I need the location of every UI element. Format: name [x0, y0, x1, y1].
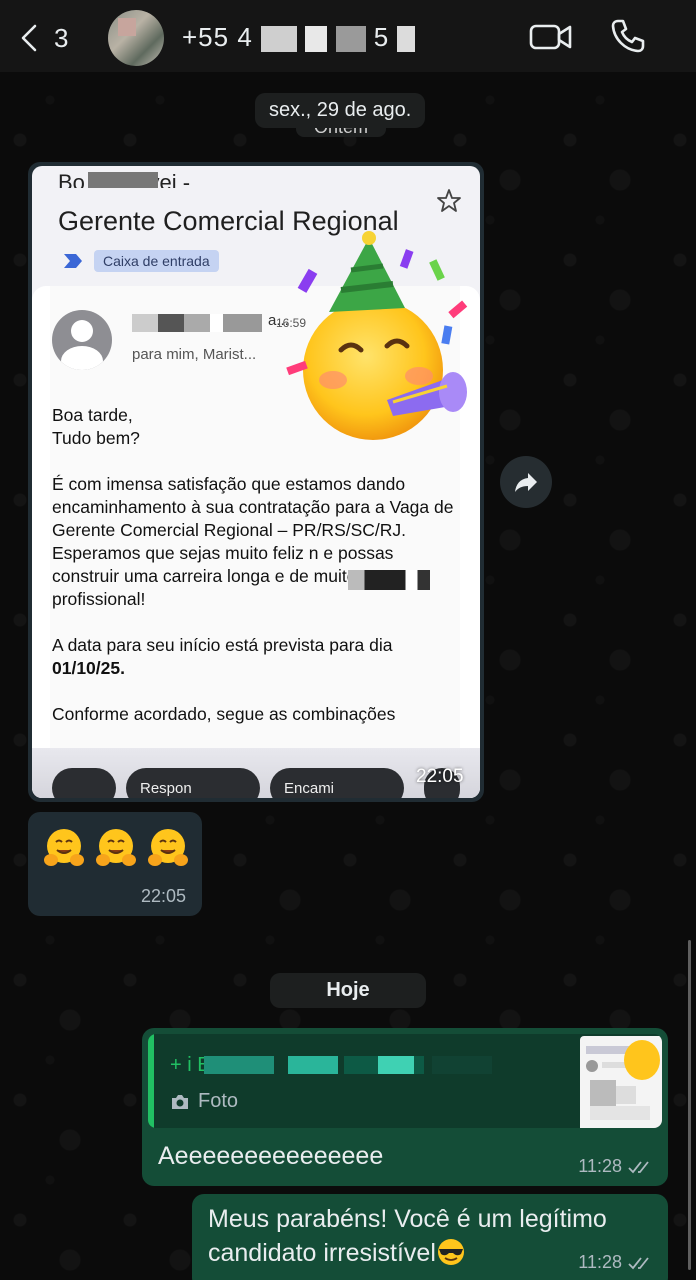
email-start-date: 01/10/25. [52, 658, 125, 678]
quoted-image-thumbnail [580, 1036, 662, 1128]
message-meta: 11:28 [578, 1156, 654, 1177]
date-separator: sex., 29 de ago. [255, 93, 426, 128]
email-body-end: Conforme acordado, segue as combinações [52, 704, 396, 724]
partying-face-emoji [286, 231, 468, 440]
message-time: 11:28 [578, 1252, 622, 1272]
sender-avatar [52, 310, 112, 370]
message-time: 22:05 [140, 886, 186, 906]
contact-name-suffix: 5 [373, 22, 390, 52]
double-check-icon [628, 1256, 649, 1269]
camera-icon [172, 1094, 188, 1109]
contact-name-text: +55 4 [182, 22, 253, 52]
chat-header: 3 +55 4 5 [0, 0, 696, 72]
chevron-left-icon [21, 24, 37, 52]
email-reply-pill: Respon [126, 768, 260, 798]
forward-arrow-icon [515, 473, 537, 492]
back-button[interactable]: 3 [18, 22, 78, 54]
hugging-face-emoji [148, 829, 188, 866]
quoted-type: Foto [170, 1090, 238, 1113]
quoted-reply[interactable]: + i B... Foto [148, 1034, 662, 1128]
double-check-icon [628, 1160, 649, 1173]
emoji-row [42, 826, 190, 870]
message-time: 22:05 [416, 766, 464, 787]
email-back-pill [52, 768, 116, 798]
video-call-button[interactable] [528, 20, 574, 54]
contact-avatar[interactable] [108, 10, 164, 66]
video-camera-icon [529, 24, 572, 50]
message-meta: 11:28 [578, 1252, 654, 1273]
email-recipients: para mim, Marist... [132, 346, 257, 363]
label-arrow-icon [64, 254, 82, 268]
unread-count: 3 [54, 22, 69, 53]
hugging-face-emoji [44, 829, 84, 866]
message-text: Aeeeeeeeeeeeeeee [158, 1142, 384, 1170]
outgoing-message[interactable]: Meus parabéns! Você é um legítimo candid… [192, 1194, 668, 1280]
forward-button[interactable] [500, 456, 552, 508]
email-body: Boa tarde, Tudo bem? É com imensa satisf… [52, 404, 462, 726]
outgoing-message[interactable]: + i B... Foto Aeeeeeeeeeeeeeee 11:28 [142, 1028, 668, 1186]
scrollbar[interactable] [688, 940, 691, 1270]
inbox-label: Caixa de entrada [94, 250, 219, 272]
incoming-emoji-message[interactable]: 22:05 [28, 812, 202, 916]
hugging-face-emoji [96, 829, 136, 866]
message-time: 11:28 [578, 1156, 622, 1176]
date-separator-today: Hoje [270, 973, 426, 1008]
sunglasses-emoji [437, 1239, 464, 1265]
email-forward-pill: Encami [270, 768, 404, 798]
contact-name[interactable]: +55 4 5 [182, 22, 422, 52]
email-body-text: Boa tarde, Tudo bem? É com imensa satisf… [52, 405, 454, 655]
voice-call-button[interactable] [608, 16, 648, 56]
star-icon [437, 189, 461, 212]
phone-icon [611, 19, 645, 53]
